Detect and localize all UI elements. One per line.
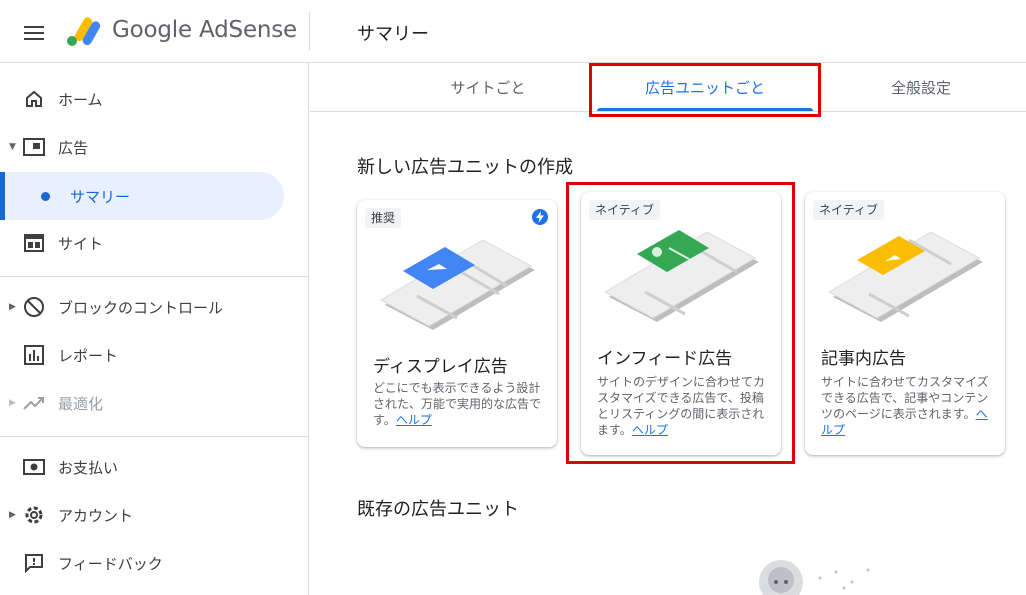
sidebar-item-label: お支払い bbox=[58, 458, 119, 477]
expand-arrow-icon[interactable]: ▶ bbox=[9, 510, 16, 520]
expand-arrow-icon[interactable]: ▼ bbox=[9, 142, 16, 152]
sidebar-item-label: 広告 bbox=[58, 138, 89, 157]
card-description: どこにでも表示できるよう設計された、万能で実用的な広告です。ヘルプ bbox=[373, 380, 543, 428]
sidebar-divider bbox=[0, 276, 308, 277]
active-dot-icon bbox=[41, 191, 50, 201]
expand-arrow-icon[interactable]: ▶ bbox=[9, 398, 16, 408]
display-ad-illustration bbox=[379, 239, 535, 330]
bolt-icon bbox=[532, 209, 548, 225]
sidebar-item-feedback[interactable]: フィードバック bbox=[0, 539, 308, 587]
sidebar-item-label: 最適化 bbox=[58, 394, 104, 413]
sidebar-item-label: アカウント bbox=[58, 506, 134, 525]
sidebar-item-ads[interactable]: ▼ 広告 bbox=[0, 123, 308, 171]
native-badge: ネイティブ bbox=[813, 200, 885, 220]
sidebar-item-account[interactable]: ▶ アカウント bbox=[0, 491, 308, 539]
new-ad-units-heading: 新しい広告ユニットの作成 bbox=[357, 157, 573, 178]
sidebar-item-summary[interactable]: サマリー bbox=[0, 172, 284, 220]
in-article-ads-card[interactable]: ネイティブ 記事内広告 サイトに合わせてカスタマイズできる広告で、記事やコンテン… bbox=[805, 192, 1005, 455]
card-title: ディスプレイ広告 bbox=[373, 357, 508, 377]
sidebar-item-payments[interactable]: お支払い bbox=[0, 443, 308, 491]
sidebar-item-reports[interactable]: レポート bbox=[0, 331, 308, 379]
tab-by-site[interactable]: サイトごと bbox=[418, 63, 558, 111]
gear-icon bbox=[22, 503, 46, 527]
tab-label: 全般設定 bbox=[890, 78, 951, 97]
active-indicator bbox=[0, 172, 5, 220]
header-divider bbox=[309, 12, 310, 50]
home-icon bbox=[22, 87, 46, 111]
recommended-badge: 推奨 bbox=[365, 208, 402, 228]
card-title: 記事内広告 bbox=[821, 349, 906, 369]
product-name: Google AdSense bbox=[112, 17, 298, 43]
empty-state-illustration bbox=[759, 560, 870, 595]
sidebar-item-label: サマリー bbox=[70, 187, 131, 206]
sidebar-item-label: ブロックのコントロール bbox=[58, 298, 224, 317]
payments-icon bbox=[22, 455, 46, 479]
sidebar-item-label: レポート bbox=[58, 346, 119, 365]
tab-general-settings[interactable]: 全般設定 bbox=[850, 63, 992, 111]
sidebar-item-blocking-controls[interactable]: ▶ ブロックのコントロール bbox=[0, 283, 308, 331]
report-chart-icon bbox=[22, 343, 46, 367]
hamburger-menu-icon[interactable] bbox=[22, 22, 46, 42]
sidebar-nav: ホーム ▼ 広告 サマリー サイト ▶ ブロックのコントロール レポート ▶ 最… bbox=[0, 63, 309, 595]
sidebar-item-optimization[interactable]: ▶ 最適化 bbox=[0, 379, 308, 427]
card-highlight-box bbox=[566, 182, 795, 464]
help-link[interactable]: ヘルプ bbox=[396, 413, 432, 427]
sidebar-item-sites[interactable]: サイト bbox=[0, 219, 308, 267]
trending-up-icon bbox=[22, 391, 46, 415]
in-article-ad-illustration bbox=[827, 231, 983, 322]
feedback-icon bbox=[22, 551, 46, 575]
sidebar-item-label: ホーム bbox=[58, 90, 103, 109]
site-browser-icon bbox=[22, 231, 46, 255]
display-ads-card[interactable]: 推奨 ディスプレイ広告 どこにでも表示できるよう設計された、万能で実用的な広告で… bbox=[357, 200, 557, 447]
sidebar-item-label: フィードバック bbox=[58, 554, 163, 573]
existing-ad-units-heading: 既存の広告ユニット bbox=[357, 499, 519, 520]
app-header: Google AdSense サマリー bbox=[0, 0, 1026, 63]
card-description-text: サイトに合わせてカスタマイズできる広告で、記事やコンテンツのページに表示されます… bbox=[821, 375, 989, 421]
sidebar-divider bbox=[0, 436, 308, 437]
sidebar-item-label: サイト bbox=[58, 234, 104, 253]
ad-frame-icon bbox=[22, 135, 46, 159]
page-title: サマリー bbox=[357, 24, 429, 45]
sidebar-item-home[interactable]: ホーム bbox=[0, 75, 308, 123]
expand-arrow-icon[interactable]: ▶ bbox=[9, 302, 16, 312]
adsense-logo-icon bbox=[67, 17, 101, 46]
block-icon bbox=[22, 295, 46, 319]
tab-highlight-box bbox=[589, 63, 821, 117]
card-description: サイトに合わせてカスタマイズできる広告で、記事やコンテンツのページに表示されます… bbox=[821, 374, 993, 438]
tab-label: サイトごと bbox=[450, 78, 526, 97]
